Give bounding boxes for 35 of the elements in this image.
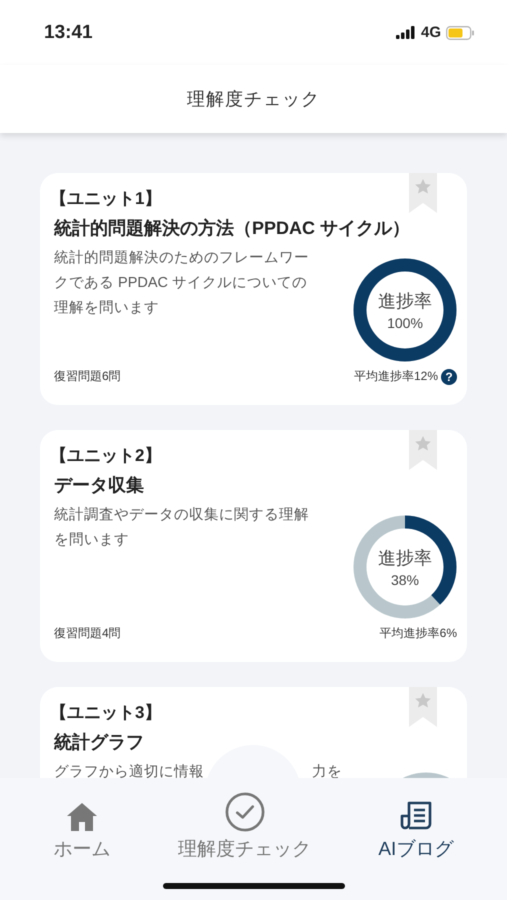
home-icon xyxy=(66,802,98,832)
screen-title: 理解度チェック xyxy=(187,88,320,111)
bookmark-star-icon[interactable] xyxy=(409,687,437,727)
unit-card[interactable]: 【ユニット3】 統計グラフ グラフから適切に情報 力を xyxy=(40,687,467,778)
status-time: 13:41 xyxy=(44,22,93,44)
unit-description: 統計調査やデータの収集に関する理解を問います xyxy=(54,506,310,550)
nav-tab[interactable]: AIブログ xyxy=(378,792,454,862)
unit-description: 力を xyxy=(312,763,342,778)
progress-label: 進捗率 xyxy=(378,547,432,570)
help-icon[interactable]: ? xyxy=(441,368,457,384)
battery-icon xyxy=(446,26,475,40)
nav-tab[interactable]: 理解度チェック xyxy=(178,792,312,862)
progress-value: 100% xyxy=(387,315,423,331)
bookmark-star-icon[interactable] xyxy=(409,430,437,470)
unit-title: 統計的問題解決の方法（PPDAC サイクル） xyxy=(54,217,410,240)
document-icon xyxy=(400,800,432,832)
unit-title: 統計グラフ xyxy=(54,731,144,754)
unit-label: 【ユニット3】 xyxy=(50,702,162,724)
unit-description: 統計的問題解決のためのフレームワークである PPDAC サイクルについての理解を問います xyxy=(54,248,310,318)
unit-label: 【ユニット2】 xyxy=(50,445,162,467)
network-type: 4G xyxy=(420,24,441,41)
unit-title: データ収集 xyxy=(54,474,144,497)
nav-tab[interactable]: ホーム xyxy=(54,792,111,862)
unit-label: 【ユニット1】 xyxy=(50,188,162,210)
bookmark-star-icon[interactable] xyxy=(409,173,437,213)
progress-label: 進捗率 xyxy=(378,290,432,313)
progress-value: 38% xyxy=(390,572,420,588)
review-count: 復習問題6問 xyxy=(54,368,121,385)
average-rate-text: 平均進捗率12% xyxy=(354,368,438,385)
unit-card[interactable]: 【ユニット1】 統計的問題解決の方法（PPDAC サイクル） 統計的問題解決のためのフレームワークである PPDAC サイクルについての理解を問います 進捗率 100% 復習問題6問 平均進捗率12% ? xyxy=(40,173,467,405)
unit-card[interactable]: 【ユニット2】 データ収集 統計調査やデータの収集に関する理解を問います 進捗率 38% 復習問題4問 平均進捗率6% xyxy=(40,430,467,662)
unit-description: グラフから適切に情報 xyxy=(54,762,204,778)
average-rate-text: 平均進捗率6% xyxy=(380,625,457,642)
review-count: 復習問題4問 xyxy=(54,625,121,642)
signal-icon xyxy=(396,26,416,39)
